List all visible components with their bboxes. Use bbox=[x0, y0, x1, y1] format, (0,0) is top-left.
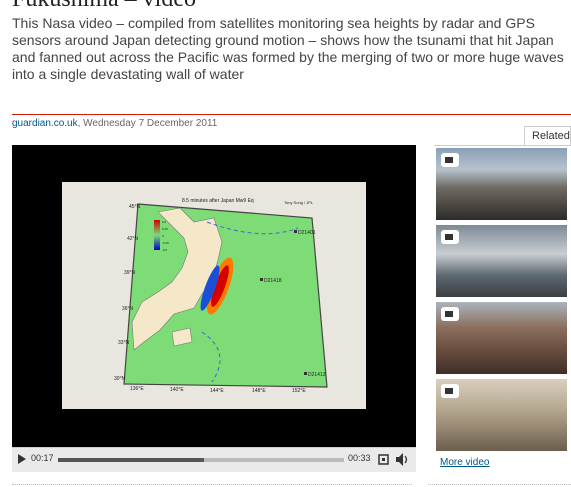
lat-label: 30°N bbox=[114, 376, 126, 382]
publish-date: , Wednesday 7 December 2011 bbox=[77, 118, 218, 129]
video-player[interactable]: 8.5 minutes after Japan Mw9 Eq Tony Song… bbox=[12, 145, 416, 472]
video-frame: 8.5 minutes after Japan Mw9 Eq Tony Song… bbox=[62, 182, 366, 409]
current-time: 00:17 bbox=[31, 453, 54, 463]
lat-label: 33°N bbox=[118, 340, 130, 346]
map-title: 8.5 minutes after Japan Mw9 Eq bbox=[182, 198, 254, 204]
video-camera-icon bbox=[441, 230, 459, 244]
buoy-label: D21401 bbox=[298, 230, 316, 236]
divider bbox=[12, 484, 412, 485]
related-video-thumbnail[interactable] bbox=[436, 148, 567, 220]
byline: guardian.co.uk, Wednesday 7 December 201… bbox=[12, 118, 217, 129]
related-video-thumbnail[interactable] bbox=[436, 225, 567, 297]
page-title: Fukushima – video bbox=[12, 0, 196, 13]
video-camera-icon bbox=[441, 307, 459, 321]
tab-rule bbox=[434, 145, 571, 146]
divider bbox=[12, 114, 571, 115]
player-controls: 00:17 00:33 bbox=[12, 447, 416, 472]
source-link[interactable]: guardian.co.uk bbox=[12, 118, 78, 129]
progress-bar[interactable] bbox=[58, 458, 344, 462]
standfirst: This Nasa video – compiled from satellit… bbox=[12, 15, 564, 82]
related-video-thumbnail[interactable] bbox=[436, 379, 567, 451]
lat-label: 36°N bbox=[122, 306, 134, 312]
lat-label: 39°N bbox=[124, 270, 136, 276]
colorbar-label: -0.25 bbox=[162, 241, 169, 245]
lon-label: 136°E bbox=[130, 386, 144, 392]
fullscreen-icon[interactable] bbox=[378, 454, 389, 465]
colorbar-label: -0.5 bbox=[162, 248, 168, 252]
lon-label: 140°E bbox=[170, 387, 184, 393]
divider bbox=[428, 484, 571, 485]
colorbar-label: 0.25 bbox=[162, 227, 168, 231]
lon-label: 152°E bbox=[292, 388, 306, 394]
buoy-label: D21413 bbox=[308, 372, 326, 378]
play-icon[interactable] bbox=[18, 454, 26, 464]
lat-label: 42°N bbox=[127, 236, 139, 242]
video-camera-icon bbox=[441, 384, 459, 398]
more-video-link[interactable]: More video bbox=[440, 457, 489, 468]
buoy-label: D21418 bbox=[264, 278, 282, 284]
total-time: 00:33 bbox=[348, 453, 371, 463]
map-credit: Tony Song / JPL bbox=[284, 200, 314, 205]
tab-related[interactable]: Related bbox=[524, 126, 571, 146]
tsunami-map: 8.5 minutes after Japan Mw9 Eq Tony Song… bbox=[114, 198, 328, 394]
volume-icon[interactable] bbox=[396, 453, 409, 466]
video-camera-icon bbox=[441, 153, 459, 167]
progress-fill bbox=[58, 458, 204, 462]
lat-label: 45°N bbox=[129, 204, 141, 210]
lon-label: 148°E bbox=[252, 388, 266, 394]
lon-label: 144°E bbox=[210, 388, 224, 394]
colorbar-label: 0.5 bbox=[162, 220, 167, 224]
related-video-thumbnail[interactable] bbox=[436, 302, 567, 374]
